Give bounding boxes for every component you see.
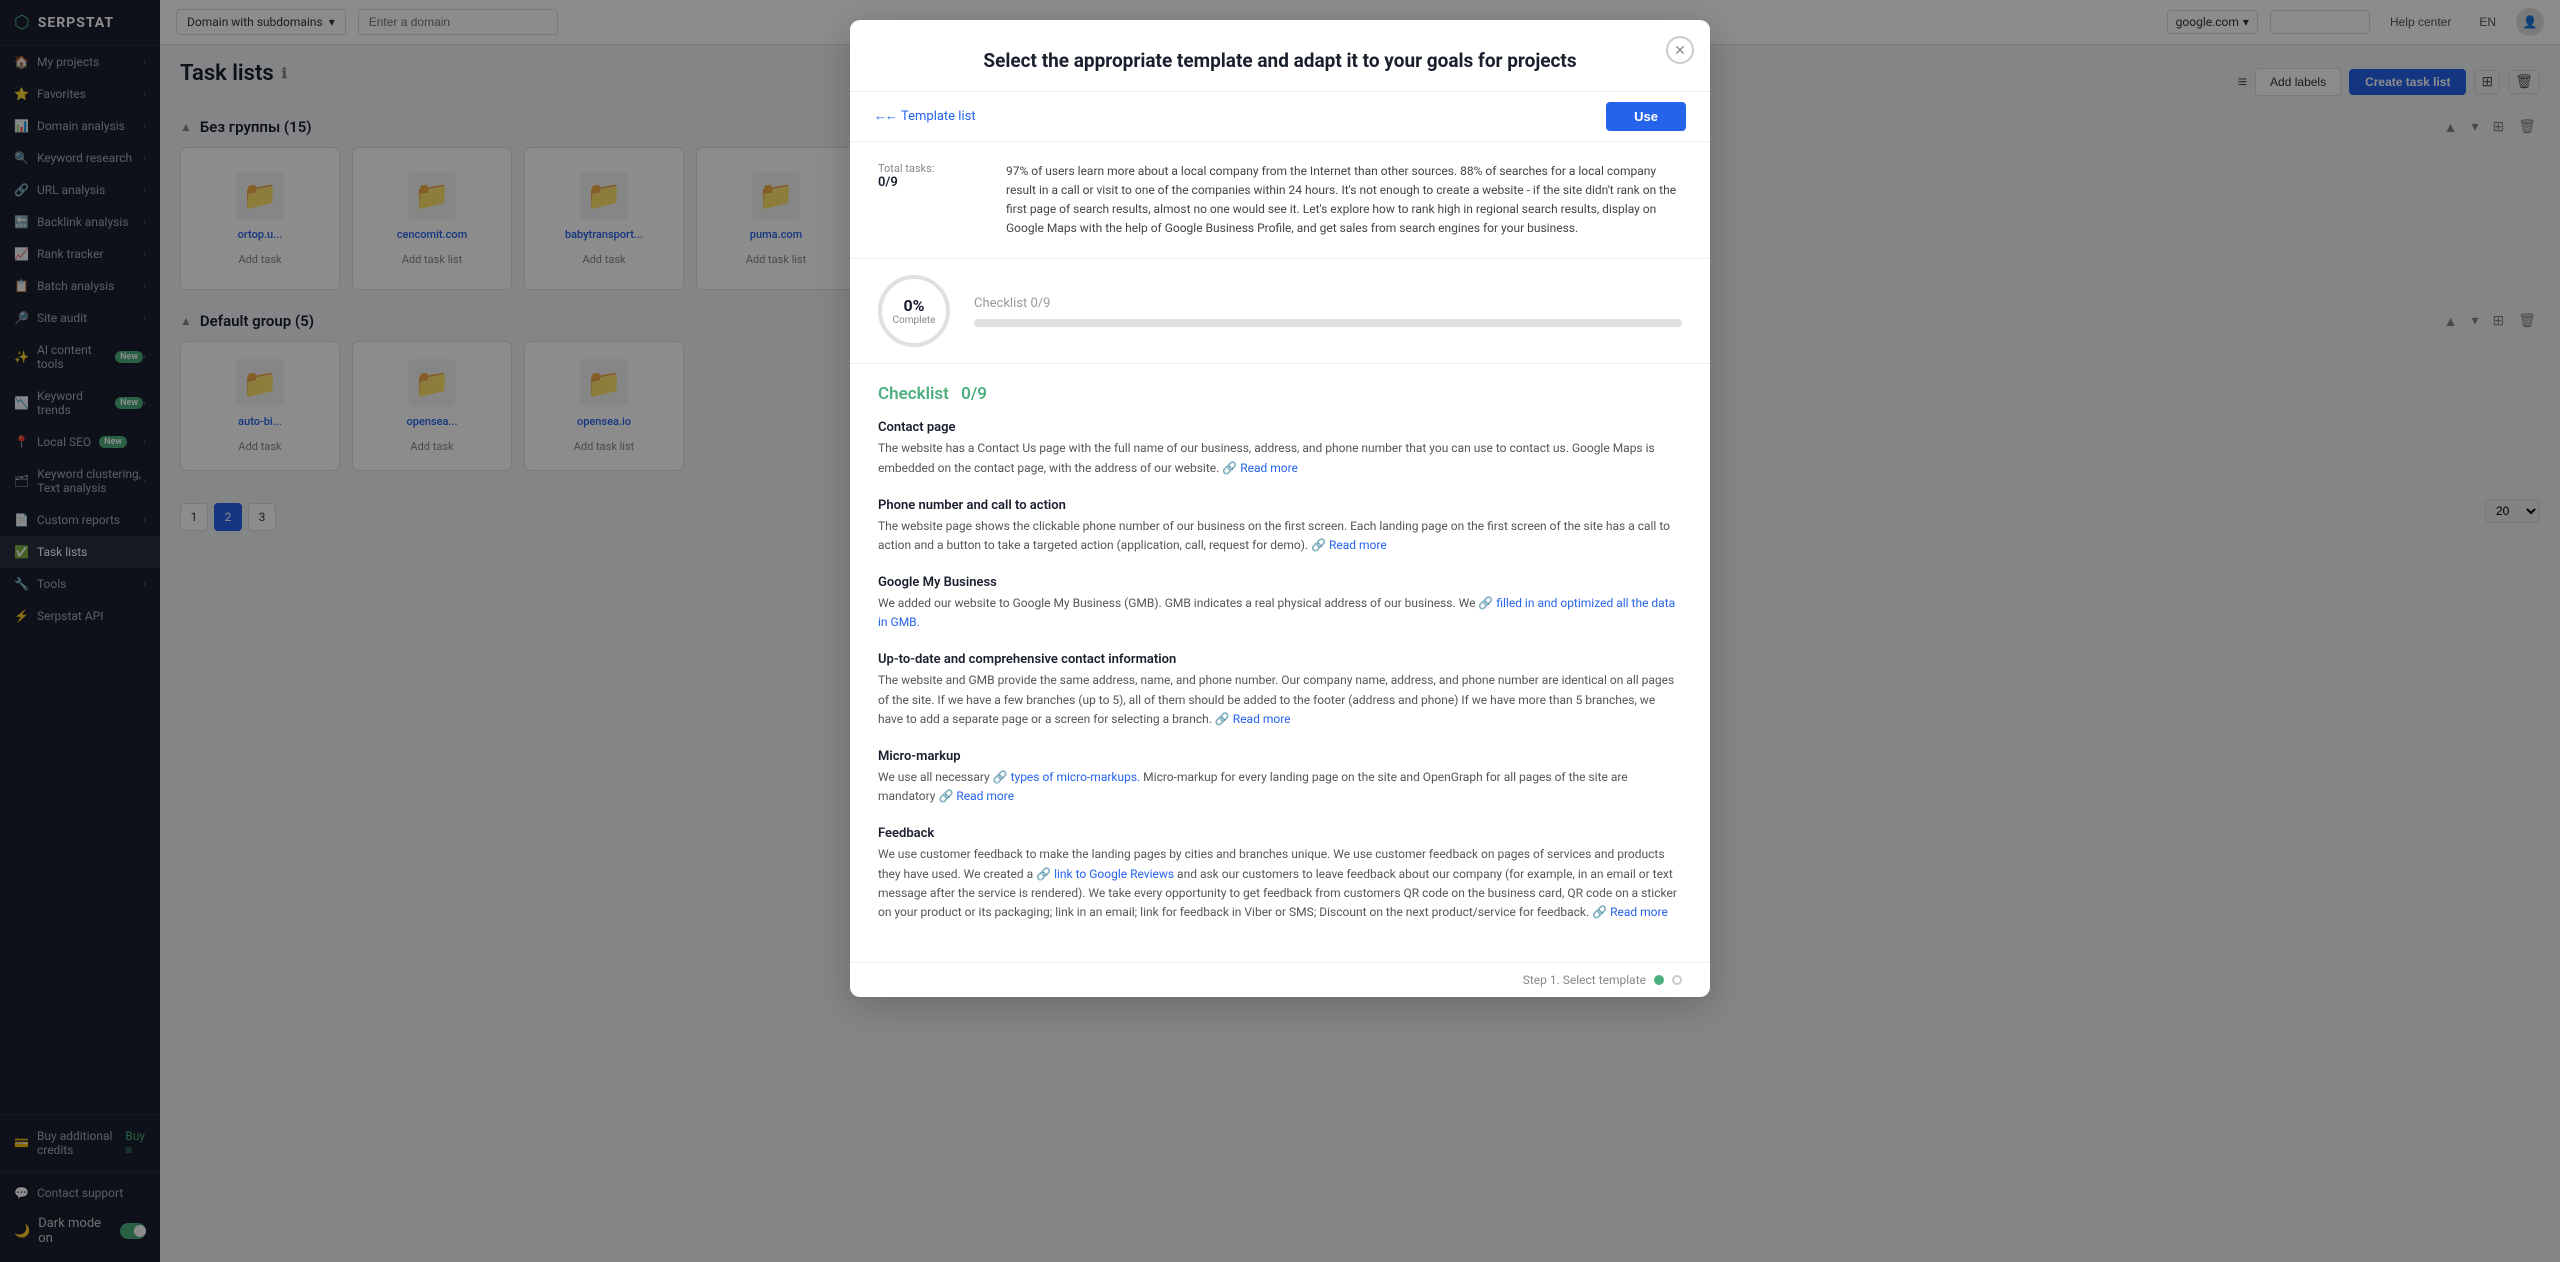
- item-gmb-desc: We added our website to Google My Busine…: [878, 594, 1682, 632]
- item-gmb-link[interactable]: 🔗 filled in and optimized all the data i…: [878, 596, 1675, 629]
- modal-info: Total tasks: 0/9 97% of users learn more…: [850, 142, 1710, 260]
- modal-footer: Step 1. Select template: [850, 962, 1710, 997]
- item-contact-desc: The website has a Contact Us page with t…: [878, 439, 1682, 477]
- checklist-item-feedback: Feedback We use customer feedback to mak…: [878, 826, 1682, 922]
- checklist-item-gmb: Google My Business We added our website …: [878, 575, 1682, 632]
- item-feedback-title: Feedback: [878, 826, 1682, 841]
- step-indicator: Step 1. Select template: [1523, 973, 1682, 987]
- checklist-bar-area: Checklist 0/9: [974, 296, 1682, 327]
- checklist-section: Checklist 0/9 Contact page The website h…: [850, 364, 1710, 962]
- checklist-progress: 0% Complete Checklist 0/9: [850, 259, 1710, 364]
- total-tasks-box: Total tasks: 0/9: [878, 162, 978, 239]
- item-contact-info-title: Up-to-date and comprehensive contact inf…: [878, 652, 1682, 667]
- item-gmb-title: Google My Business: [878, 575, 1682, 590]
- modal-close-button[interactable]: ✕: [1666, 36, 1694, 64]
- template-list-link[interactable]: ← ← Template list: [874, 108, 976, 124]
- checklist-item-contact-info: Up-to-date and comprehensive contact inf…: [878, 652, 1682, 729]
- checklist-bar-label: Checklist 0/9: [974, 296, 1682, 311]
- circle-pct-label: Complete: [893, 315, 936, 326]
- item-micro-desc: We use all necessary 🔗 types of micro-ma…: [878, 768, 1682, 806]
- section-fraction: 0/9: [961, 384, 987, 404]
- item-phone-title: Phone number and call to action: [878, 498, 1682, 513]
- item-feedback-read-more[interactable]: 🔗 Read more: [1592, 905, 1668, 919]
- item-micro-read-more[interactable]: 🔗 Read more: [938, 789, 1014, 803]
- total-tasks-value: 0/9: [878, 175, 978, 190]
- item-contact-title: Contact page: [878, 420, 1682, 435]
- checklist-item-micro: Micro-markup We use all necessary 🔗 type…: [878, 749, 1682, 806]
- use-button[interactable]: Use: [1606, 102, 1686, 131]
- item-contact-info-read-more[interactable]: 🔗 Read more: [1215, 712, 1291, 726]
- circle-pct-text: 0%: [903, 296, 924, 315]
- checklist-progress-bar: [974, 319, 1682, 327]
- item-phone-desc: The website page shows the clickable pho…: [878, 517, 1682, 555]
- step-dot-active: [1654, 975, 1664, 985]
- modal-nav: ← ← Template list Use: [850, 92, 1710, 142]
- item-feedback-desc: We use customer feedback to make the lan…: [878, 845, 1682, 922]
- step-label: Step 1. Select template: [1523, 973, 1646, 987]
- checklist-item-phone: Phone number and call to action The webs…: [878, 498, 1682, 555]
- checklist-fraction: 0/9: [1030, 296, 1050, 311]
- modal-header: Select the appropriate template and adap…: [850, 20, 1710, 92]
- modal-overlay[interactable]: Select the appropriate template and adap…: [0, 0, 2560, 1262]
- item-contact-info-desc: The website and GMB provide the same add…: [878, 671, 1682, 729]
- checklist-item-contact: Contact page The website has a Contact U…: [878, 420, 1682, 477]
- checklist-section-title: Checklist 0/9: [878, 384, 1682, 404]
- item-feedback-google-link[interactable]: 🔗 link to Google Reviews: [1036, 867, 1174, 881]
- item-contact-read-more[interactable]: 🔗 Read more: [1222, 461, 1298, 475]
- item-micro-title: Micro-markup: [878, 749, 1682, 764]
- step-dot-empty: [1672, 975, 1682, 985]
- circle-percent: 0% Complete: [878, 275, 950, 347]
- item-phone-read-more[interactable]: 🔗 Read more: [1311, 538, 1387, 552]
- modal: Select the appropriate template and adap…: [850, 20, 1710, 997]
- template-list-label: ← Template list: [885, 108, 976, 124]
- modal-title: Select the appropriate template and adap…: [882, 48, 1678, 75]
- item-micro-types-link[interactable]: 🔗 types of micro-markups.: [993, 770, 1141, 784]
- total-tasks-label: Total tasks:: [878, 162, 978, 175]
- modal-description: 97% of users learn more about a local co…: [1006, 162, 1682, 239]
